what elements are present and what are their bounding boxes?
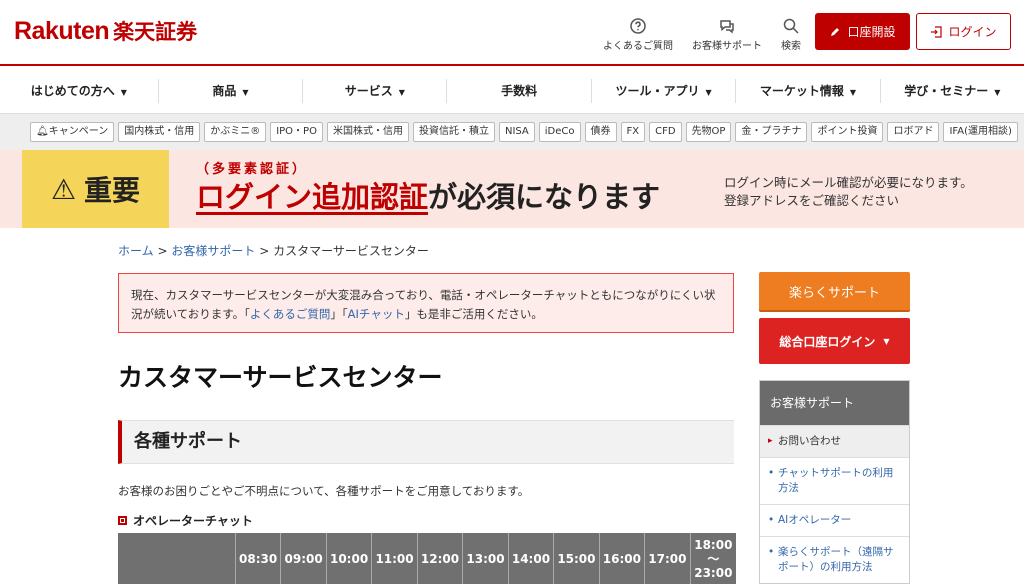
- subnav-campaign[interactable]: 🔔︎キャンペーン: [30, 122, 115, 142]
- side-item-chat-support[interactable]: チャットサポートの利用方法: [760, 457, 909, 504]
- account-login-button[interactable]: 総合口座ログイン ▼: [759, 318, 910, 364]
- site-header: Rakuten 楽天証券 よくあるご質問 お客様サポート 検索 口座開設 ログイ…: [0, 0, 1024, 66]
- hours-table-header: 08:30 09:00 10:00 11:00 12:00 13:00 14:0…: [118, 533, 736, 584]
- side-item-contact[interactable]: お問い合わせ: [760, 425, 909, 457]
- hour-header: 14:00: [509, 533, 555, 584]
- hour-header: 08:30: [236, 533, 282, 584]
- search-label: 検索: [781, 41, 801, 52]
- subnav-points[interactable]: ポイント投資: [811, 122, 884, 142]
- mfa-banner[interactable]: ⚠ 重要 （多要素認証） ログイン追加認証が必須になります ログイン時にメール確…: [0, 150, 1024, 228]
- gnav-item-products[interactable]: 商品 ▼: [159, 78, 304, 103]
- hour-header: 17:00: [645, 533, 691, 584]
- hour-header: 10:00: [327, 533, 373, 584]
- gnav-item-fees[interactable]: 手数料: [447, 78, 592, 103]
- search-icon: [783, 18, 799, 34]
- question-circle-icon: [630, 18, 646, 34]
- open-account-button[interactable]: 口座開設: [815, 13, 910, 50]
- subnav-domestic-stock[interactable]: 国内株式・信用: [118, 122, 201, 142]
- gnav-item-services[interactable]: サービス ▼: [303, 78, 448, 103]
- caret-down-icon: ▼: [120, 87, 127, 97]
- operator-chat-heading: オペレーターチャット: [118, 512, 253, 529]
- caret-down-icon: ▼: [398, 87, 405, 97]
- important-label: ⚠ 重要: [22, 150, 169, 228]
- subnav-roboad[interactable]: ロボアド: [887, 122, 940, 142]
- open-account-label: 口座開設: [847, 25, 896, 39]
- faq-link[interactable]: よくあるご質問: [603, 18, 673, 52]
- logo-wordmark: Rakuten: [14, 17, 110, 45]
- table-corner-cell: [118, 533, 236, 584]
- support-side-menu: お客様サポート お問い合わせ チャットサポートの利用方法 AIオペレーター 楽ら…: [759, 380, 910, 584]
- hour-header: 12:00: [418, 533, 464, 584]
- search-link[interactable]: 検索: [781, 18, 801, 52]
- subnav-gold[interactable]: 金・プラチナ: [735, 122, 808, 142]
- subnav-ifa[interactable]: IFA(運用相談): [943, 122, 1018, 142]
- caret-down-icon: ▼: [994, 87, 1001, 97]
- caret-down-icon: ▼: [849, 87, 856, 97]
- support-label: お客様サポート: [692, 41, 762, 52]
- caret-down-icon: ▼: [242, 87, 249, 97]
- support-chat-icon: [720, 20, 734, 34]
- hour-header-last: 18:00 〜 23:00: [694, 537, 733, 580]
- login-button[interactable]: ログイン: [916, 13, 1011, 50]
- congestion-notice: 現在、カスタマーサービスセンターが大変混み合っており、電話・オペレーターチャット…: [118, 273, 734, 333]
- gnav-item-market[interactable]: マーケット情報 ▼: [736, 78, 881, 103]
- logo-japanese: 楽天証券: [113, 20, 198, 44]
- banner-note: ログイン時にメール確認が必要になります。 登録アドレスをご確認ください: [724, 175, 973, 208]
- breadcrumb: ホーム > お客様サポート > カスタマーサービスセンター: [118, 242, 429, 259]
- easy-support-button[interactable]: 楽らくサポート: [759, 272, 910, 310]
- product-subnav: 🔔︎キャンペーン 国内株式・信用 かぶミニ® IPO・PO 米国株式・信用 投資…: [0, 114, 1024, 150]
- breadcrumb-current: カスタマーサービスセンター: [273, 244, 429, 258]
- side-item-remote-support[interactable]: 楽らくサポート（遠隔サポート）の利用方法: [760, 536, 909, 583]
- login-label: ログイン: [948, 25, 997, 39]
- warning-icon: ⚠: [50, 172, 77, 206]
- subnav-ipo[interactable]: IPO・PO: [270, 122, 323, 142]
- caret-down-icon: ▼: [883, 336, 890, 346]
- page-title: カスタマーサービスセンター: [118, 363, 443, 392]
- faq-label: よくあるご質問: [603, 41, 673, 52]
- caret-down-icon: ▼: [705, 87, 712, 97]
- hour-header: 09:00: [281, 533, 327, 584]
- subnav-nisa[interactable]: NISA: [498, 122, 535, 142]
- square-bullet-icon: [118, 516, 127, 525]
- login-icon: [931, 25, 943, 38]
- breadcrumb-home[interactable]: ホーム: [118, 244, 154, 258]
- subnav-cfd[interactable]: CFD: [649, 122, 682, 142]
- subnav-us-stock[interactable]: 米国株式・信用: [326, 122, 409, 142]
- support-link[interactable]: お客様サポート: [692, 18, 762, 52]
- faq-inline-link[interactable]: よくあるご質問: [250, 307, 331, 321]
- breadcrumb-separator: >: [259, 244, 270, 258]
- hour-header: 15:00: [554, 533, 600, 584]
- hour-header: 11:00: [372, 533, 418, 584]
- subnav-futures[interactable]: 先物OP: [685, 122, 732, 142]
- gnav-item-learning[interactable]: 学び・セミナー ▼: [881, 79, 1024, 103]
- breadcrumb-support[interactable]: お客様サポート: [171, 244, 255, 258]
- gnav-item-beginners[interactable]: はじめての方へ ▼: [0, 78, 159, 103]
- hour-header: 16:00: [600, 533, 646, 584]
- subnav-fx[interactable]: FX: [620, 122, 646, 142]
- subnav-ideco[interactable]: iDeCo: [538, 122, 581, 142]
- subnav-mutual-fund[interactable]: 投資信託・積立: [412, 122, 495, 142]
- gnav-item-tools[interactable]: ツール・アプリ ▼: [592, 78, 737, 103]
- section-heading: 各種サポート: [118, 420, 734, 464]
- rakuten-logo[interactable]: Rakuten 楽天証券: [14, 16, 197, 46]
- subnav-kabumini[interactable]: かぶミニ®: [204, 122, 267, 142]
- side-menu-title: お客様サポート: [760, 381, 909, 425]
- section-description: お客様のお困りごとやご不明点について、各種サポートをご用意しております。: [118, 484, 530, 498]
- pencil-icon: [831, 27, 840, 36]
- megaphone-icon: 🔔︎: [36, 126, 49, 137]
- global-nav: はじめての方へ ▼ 商品 ▼ サービス ▼ 手数料 ツール・アプリ ▼ マーケット情報 ▼…: [0, 68, 1024, 114]
- banner-headline: ログイン追加認証が必須になります: [196, 180, 661, 214]
- hour-header: 13:00: [463, 533, 509, 584]
- side-item-ai-operator[interactable]: AIオペレーター: [760, 504, 909, 536]
- ai-chat-inline-link[interactable]: AIチャット: [348, 307, 405, 321]
- subnav-bonds[interactable]: 債券: [584, 122, 617, 142]
- breadcrumb-separator: >: [157, 244, 168, 258]
